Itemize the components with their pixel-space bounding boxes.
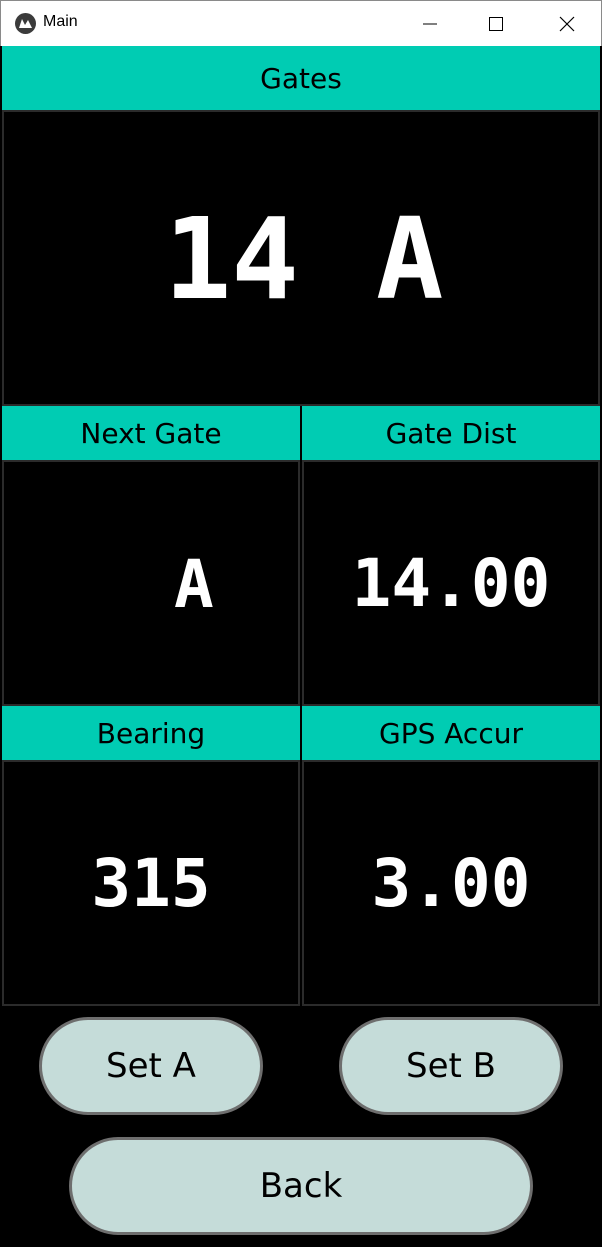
bearing-display: 315 (2, 760, 300, 1006)
window-titlebar[interactable]: Main (0, 0, 602, 46)
set-a-button[interactable]: Set A (39, 1017, 263, 1115)
gate-dist-value: 14.00 (351, 544, 551, 622)
next-gate-display: A (2, 460, 300, 706)
set-b-button[interactable]: Set B (339, 1017, 563, 1115)
gps-accur-header: GPS Accur (302, 706, 600, 760)
gate-number: 14 (164, 195, 299, 325)
back-button[interactable]: Back (69, 1137, 533, 1235)
minimize-button[interactable] (395, 1, 465, 47)
maximize-button[interactable] (461, 1, 531, 47)
gate-dist-header: Gate Dist (302, 406, 600, 460)
bearing-value: 315 (91, 844, 211, 922)
gates-header: Gates (2, 46, 600, 110)
gate-dist-display: 14.00 (302, 460, 600, 706)
app-icon (15, 13, 36, 34)
close-icon (559, 16, 575, 32)
gate-letter: A (376, 195, 444, 325)
close-button[interactable] (532, 1, 602, 47)
maximize-icon (489, 17, 503, 31)
gps-accur-display: 3.00 (302, 760, 600, 1006)
gps-accur-value: 3.00 (371, 844, 531, 922)
next-gate-value: A (174, 546, 214, 623)
window-title: Main (43, 13, 78, 30)
minimize-icon (423, 23, 437, 25)
gates-display: 14 A (2, 110, 600, 406)
bearing-header: Bearing (2, 706, 300, 760)
next-gate-header: Next Gate (2, 406, 300, 460)
